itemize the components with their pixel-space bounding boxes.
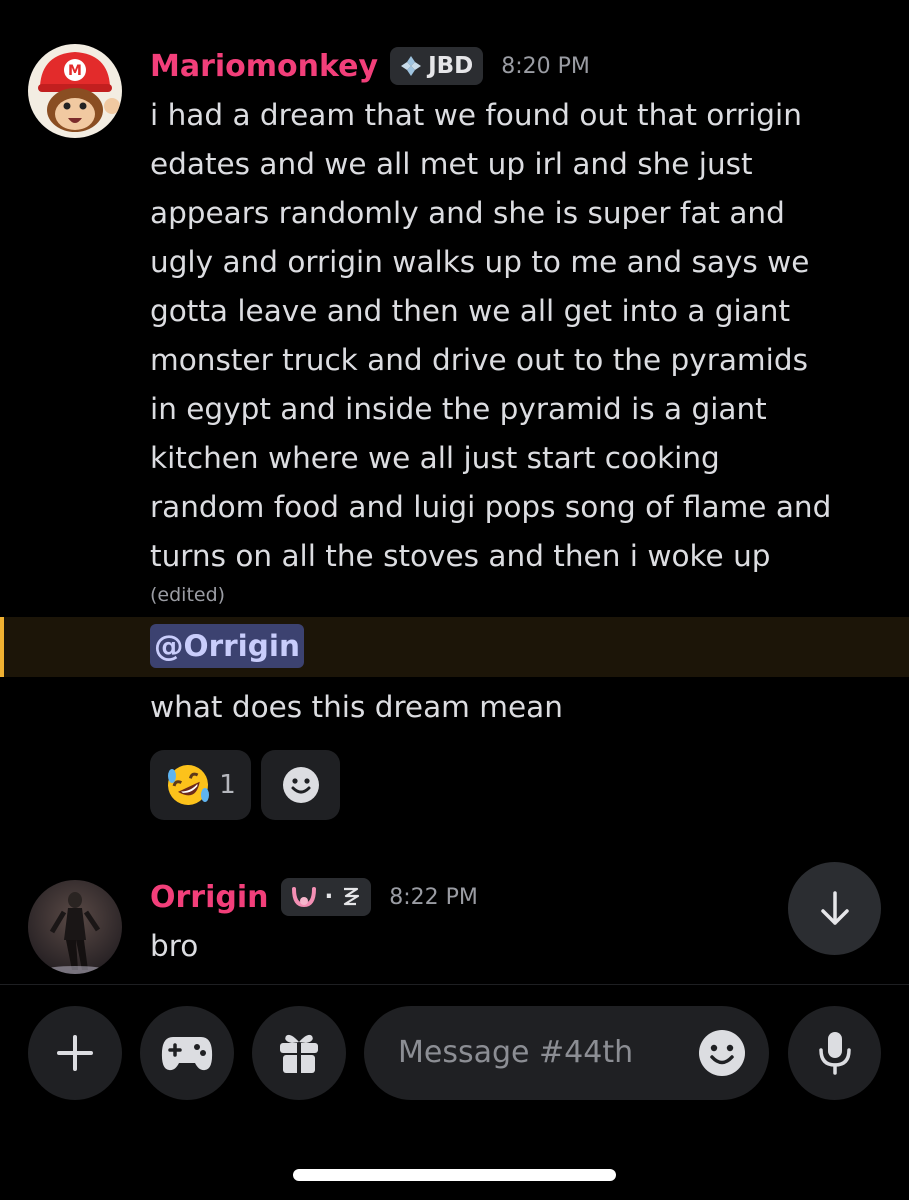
attach-button[interactable] [28,1006,122,1100]
edited-label: (edited) [150,584,226,606]
emoji-icon[interactable] [697,1028,747,1078]
message-line: ugly and orrigin walks up to me and says… [150,245,810,279]
mention-highlight: @Orrigin [0,617,909,677]
composer-divider [0,984,909,985]
rolling-laughing-emoji-icon [168,765,210,805]
diamond-icon [401,56,422,76]
highlight-bar [0,617,4,677]
message-line: random food and luigi pops song of flame… [150,490,832,524]
activities-button[interactable] [140,1006,234,1100]
username[interactable]: Orrigin [150,880,269,915]
username[interactable]: Mariomonkey [150,49,378,84]
gamepad-icon [161,1037,213,1071]
message-followup: what does this dream mean [150,690,563,724]
message-line: monster truck and drive out to the pyram… [150,343,808,377]
jump-to-latest-button[interactable] [788,862,881,955]
message-input[interactable]: Message #44th [364,1006,769,1100]
gift-icon [280,1034,318,1073]
pink-ring-icon [291,887,316,908]
gift-button[interactable] [252,1006,346,1100]
plus-icon [57,1035,93,1071]
server-tag[interactable]: · [280,878,372,916]
avatar[interactable] [28,880,122,974]
message-line: in egypt and inside the pyramid is a gia… [150,392,767,426]
message-content: i had a dream that we found out that orr… [150,91,890,581]
microphone-icon [818,1032,851,1075]
avatar[interactable]: M [28,44,122,138]
message-line: kitchen where we all just start cooking [150,441,720,475]
message-line: gotta leave and then we all get into a g… [150,294,791,328]
smiley-add-icon [282,767,319,803]
message-line: appears randomly and she is super fat an… [150,196,785,230]
timestamp: 8:22 PM [389,884,478,910]
scribble-icon [344,887,360,906]
server-tag-label: JBD [428,53,474,79]
message-line: i had a dream that we found out that orr… [150,98,802,132]
timestamp: 8:20 PM [501,53,590,79]
message-line: edates and we all met up irl and she jus… [150,147,753,181]
home-indicator[interactable] [293,1169,616,1181]
arrow-down-icon [820,890,849,925]
svg-text:M: M [68,63,82,79]
message-content: bro [150,929,199,963]
user-mention[interactable]: @Orrigin [150,624,305,668]
message-header: Mariomonkey JBD 8:20 PM [150,44,590,88]
message-header: Orrigin · 8:22 PM [150,875,478,919]
add-reaction-button[interactable] [261,750,340,820]
server-tag[interactable]: JBD [390,47,484,85]
voice-message-button[interactable] [788,1006,881,1100]
message-input-placeholder: Message #44th [398,1035,634,1070]
reaction-laughing[interactable]: 1 [150,750,251,820]
message-line: turns on all the stoves and then i woke … [150,539,771,573]
reaction-count: 1 [219,770,236,800]
tag-separator: · [324,884,334,910]
